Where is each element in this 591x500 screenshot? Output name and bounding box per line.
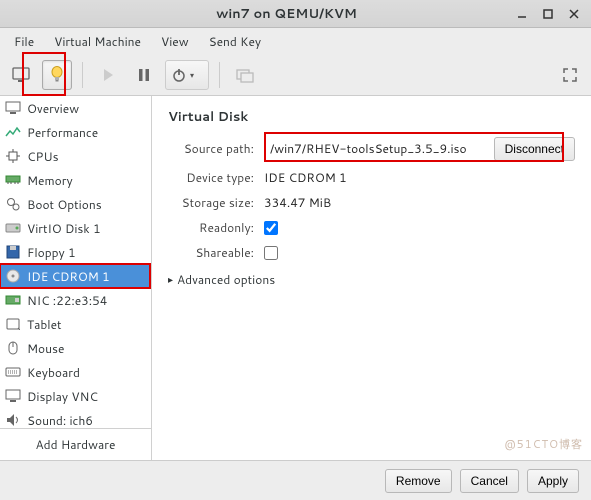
window-title: win7 on QEMU/KVM [60,5,513,23]
sidebar-item-label: Floppy 1 [27,244,76,261]
sidebar-item-memory[interactable]: Memory [0,168,151,192]
cancel-button[interactable]: Cancel [460,469,519,493]
hardware-list[interactable]: Overview Performance CPUs Memory Boot Op… [0,96,151,428]
floppy-icon [4,244,22,260]
source-path-value: /win7/RHEV-toolsSetup_3.5_9.iso [264,136,494,161]
details-view-button[interactable] [42,60,72,90]
snapshot-button[interactable] [230,60,260,90]
toolbar [0,54,591,96]
advanced-options-expander[interactable]: Advanced options [168,271,575,288]
nic-icon [4,292,22,308]
expand-icon [563,68,577,82]
sidebar-item-mouse[interactable]: Mouse [0,336,151,360]
pause-icon [138,68,150,82]
remove-button[interactable]: Remove [385,469,452,493]
device-type-label: Device type: [168,169,254,186]
ram-icon [4,172,22,188]
section-title: Virtual Disk [168,108,575,126]
storage-size-value: 334.47 MiB [264,194,331,211]
sidebar-item-label: Overview [27,100,79,117]
console-view-button[interactable] [6,60,36,90]
sidebar-item-label: Mouse [27,340,64,357]
play-icon [102,68,114,82]
run-button[interactable] [93,60,123,90]
sidebar-item-tablet[interactable]: Tablet [0,312,151,336]
advanced-options-label: Advanced options [177,271,275,288]
disconnect-button[interactable]: Disconnect [494,137,575,161]
fullscreen-button[interactable] [555,60,585,90]
sound-icon [4,412,22,428]
sidebar-item-label: Display VNC [27,388,98,405]
power-icon [172,68,186,82]
disk-icon [4,220,22,236]
sidebar-item-label: CPUs [27,148,59,165]
menu-file[interactable]: File [6,29,42,54]
sidebar-item-label: IDE CDROM 1 [27,268,110,285]
cdrom-icon [4,268,22,284]
footer: Remove Cancel Apply [0,460,591,500]
sidebar-item-performance[interactable]: Performance [0,120,151,144]
details-pane: Virtual Disk Source path: /win7/RHEV-too… [152,96,591,460]
sidebar-item-label: Sound: ich6 [27,412,93,429]
shareable-label: Shareable: [168,244,254,261]
readonly-label: Readonly: [168,219,254,236]
menubar: File Virtual Machine View Send Key [0,28,591,54]
source-path-label: Source path: [168,140,254,157]
apply-button[interactable]: Apply [527,469,579,493]
sidebar-item-label: Performance [27,124,98,141]
sidebar-item-floppy[interactable]: Floppy 1 [0,240,151,264]
pause-button[interactable] [129,60,159,90]
watermark-text: @51CTO博客 [504,436,583,452]
sidebar-item-label: Memory [27,172,73,189]
titlebar: win7 on QEMU/KVM [0,0,591,28]
chart-icon [4,124,22,140]
sidebar-item-overview[interactable]: Overview [0,96,151,120]
sidebar-item-nic[interactable]: NIC :22:e3:54 [0,288,151,312]
sidebar-item-ide-cdrom[interactable]: IDE CDROM 1 [0,264,151,288]
menu-virtual-machine[interactable]: Virtual Machine [46,29,149,54]
mouse-icon [4,340,22,356]
minimize-button[interactable] [513,5,531,23]
gears-icon [4,196,22,212]
sidebar-item-virtio-disk[interactable]: VirtIO Disk 1 [0,216,151,240]
cpu-icon [4,148,22,164]
info-bulb-icon [50,66,64,84]
sidebar-item-boot-options[interactable]: Boot Options [0,192,151,216]
add-hardware-button[interactable]: Add Hardware [0,428,151,460]
keyboard-icon [4,364,22,380]
snapshot-icon [236,67,254,83]
pc-icon [4,100,22,116]
shareable-checkbox[interactable] [264,246,278,260]
sidebar-item-keyboard[interactable]: Keyboard [0,360,151,384]
menu-view[interactable]: View [153,29,197,54]
readonly-checkbox[interactable] [264,221,278,235]
sidebar-item-sound[interactable]: Sound: ich6 [0,408,151,428]
sidebar: Overview Performance CPUs Memory Boot Op… [0,96,152,460]
sidebar-item-cpus[interactable]: CPUs [0,144,151,168]
shutdown-dropdown[interactable] [165,60,209,90]
maximize-button[interactable] [539,5,557,23]
monitor-icon [12,67,30,83]
device-type-value: IDE CDROM 1 [264,169,347,186]
menu-send-key[interactable]: Send Key [201,29,270,54]
sidebar-item-display[interactable]: Display VNC [0,384,151,408]
sidebar-item-label: Tablet [27,316,62,333]
sidebar-item-label: Boot Options [27,196,102,213]
sidebar-item-label: Keyboard [27,364,80,381]
sidebar-item-label: NIC :22:e3:54 [27,292,107,309]
sidebar-item-label: VirtIO Disk 1 [27,220,101,237]
tablet-icon [4,316,22,332]
storage-size-label: Storage size: [168,194,254,211]
close-button[interactable] [565,5,583,23]
display-icon [4,388,22,404]
